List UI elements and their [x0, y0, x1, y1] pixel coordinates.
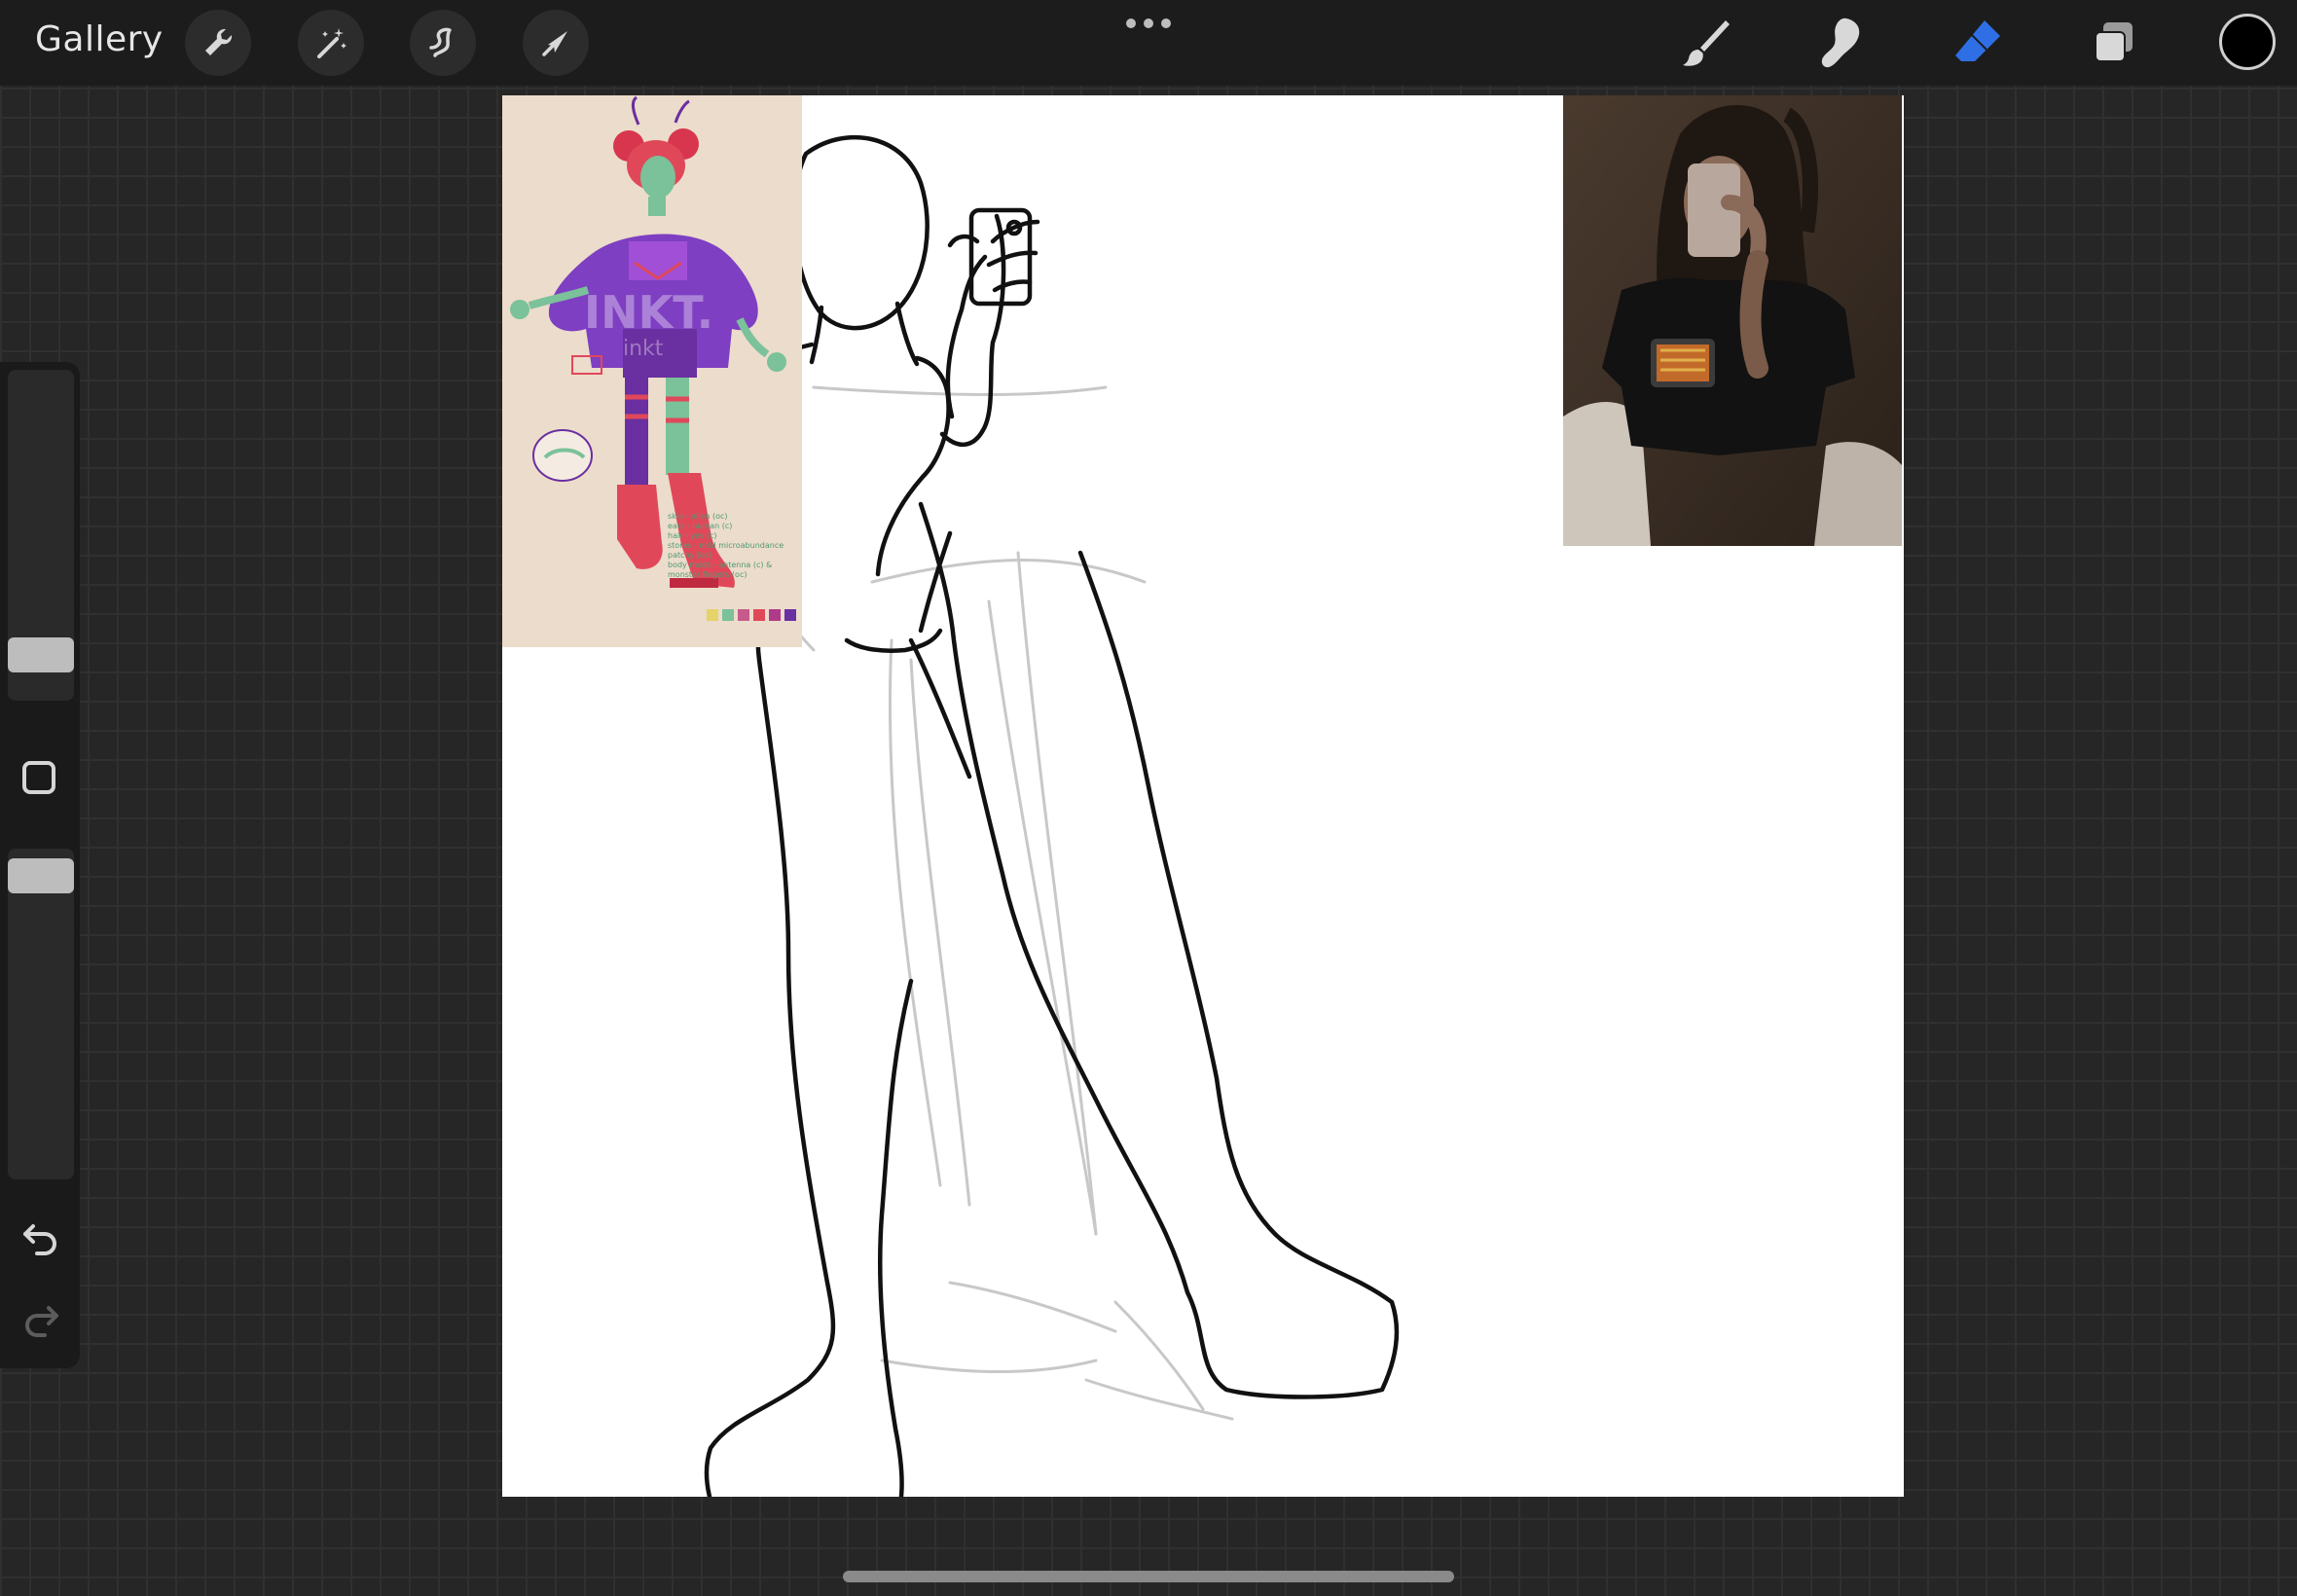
mirror-selfie-photo: [1563, 95, 1902, 546]
magic-wand-icon[interactable]: [298, 10, 364, 76]
gallery-button[interactable]: Gallery: [35, 19, 164, 59]
watermark-small-text: inkt: [623, 337, 664, 361]
brush-icon[interactable]: [1674, 12, 1736, 74]
note-line: stores - mild microabundance: [668, 541, 784, 550]
selection-icon[interactable]: [410, 10, 476, 76]
transform-arrow-icon[interactable]: [523, 10, 589, 76]
eraser-icon[interactable]: [1947, 12, 2009, 74]
note-line: patchy (oc): [668, 551, 712, 560]
home-indicator[interactable]: [843, 1571, 1454, 1582]
opacity-slider[interactable]: [8, 849, 74, 1179]
note-line: monster fingers (oc): [668, 570, 747, 579]
wrench-icon[interactable]: [185, 10, 251, 76]
note-line: body mods - antenna (c) &: [668, 561, 773, 569]
smudge-icon[interactable]: [1810, 12, 1873, 74]
opacity-thumb[interactable]: [8, 858, 74, 893]
layers-icon[interactable]: [2083, 12, 2145, 74]
reference-image-photo[interactable]: [1563, 95, 1902, 546]
color-swatch-button[interactable]: [2219, 14, 2276, 70]
note-line: skin - alien (oc): [668, 512, 728, 521]
character-notes: skin - alien (oc) ears - human (c) hair …: [668, 512, 798, 580]
note-line: hair - yes (c): [668, 531, 717, 540]
note-line: ears - human (c): [668, 522, 733, 530]
ellipsis-icon[interactable]: [1124, 16, 1173, 31]
redo-icon[interactable]: [19, 1298, 62, 1341]
undo-icon[interactable]: [19, 1216, 62, 1259]
square-modifier-icon[interactable]: [22, 761, 55, 794]
reference-image-character[interactable]: INKT. inkt skin - alien (oc) ears - huma…: [502, 95, 802, 647]
top-toolbar: Gallery: [0, 0, 2297, 86]
watermark-text: INKT.: [584, 286, 714, 339]
left-sidebar: [0, 362, 80, 1368]
brush-size-thumb[interactable]: [8, 637, 74, 672]
